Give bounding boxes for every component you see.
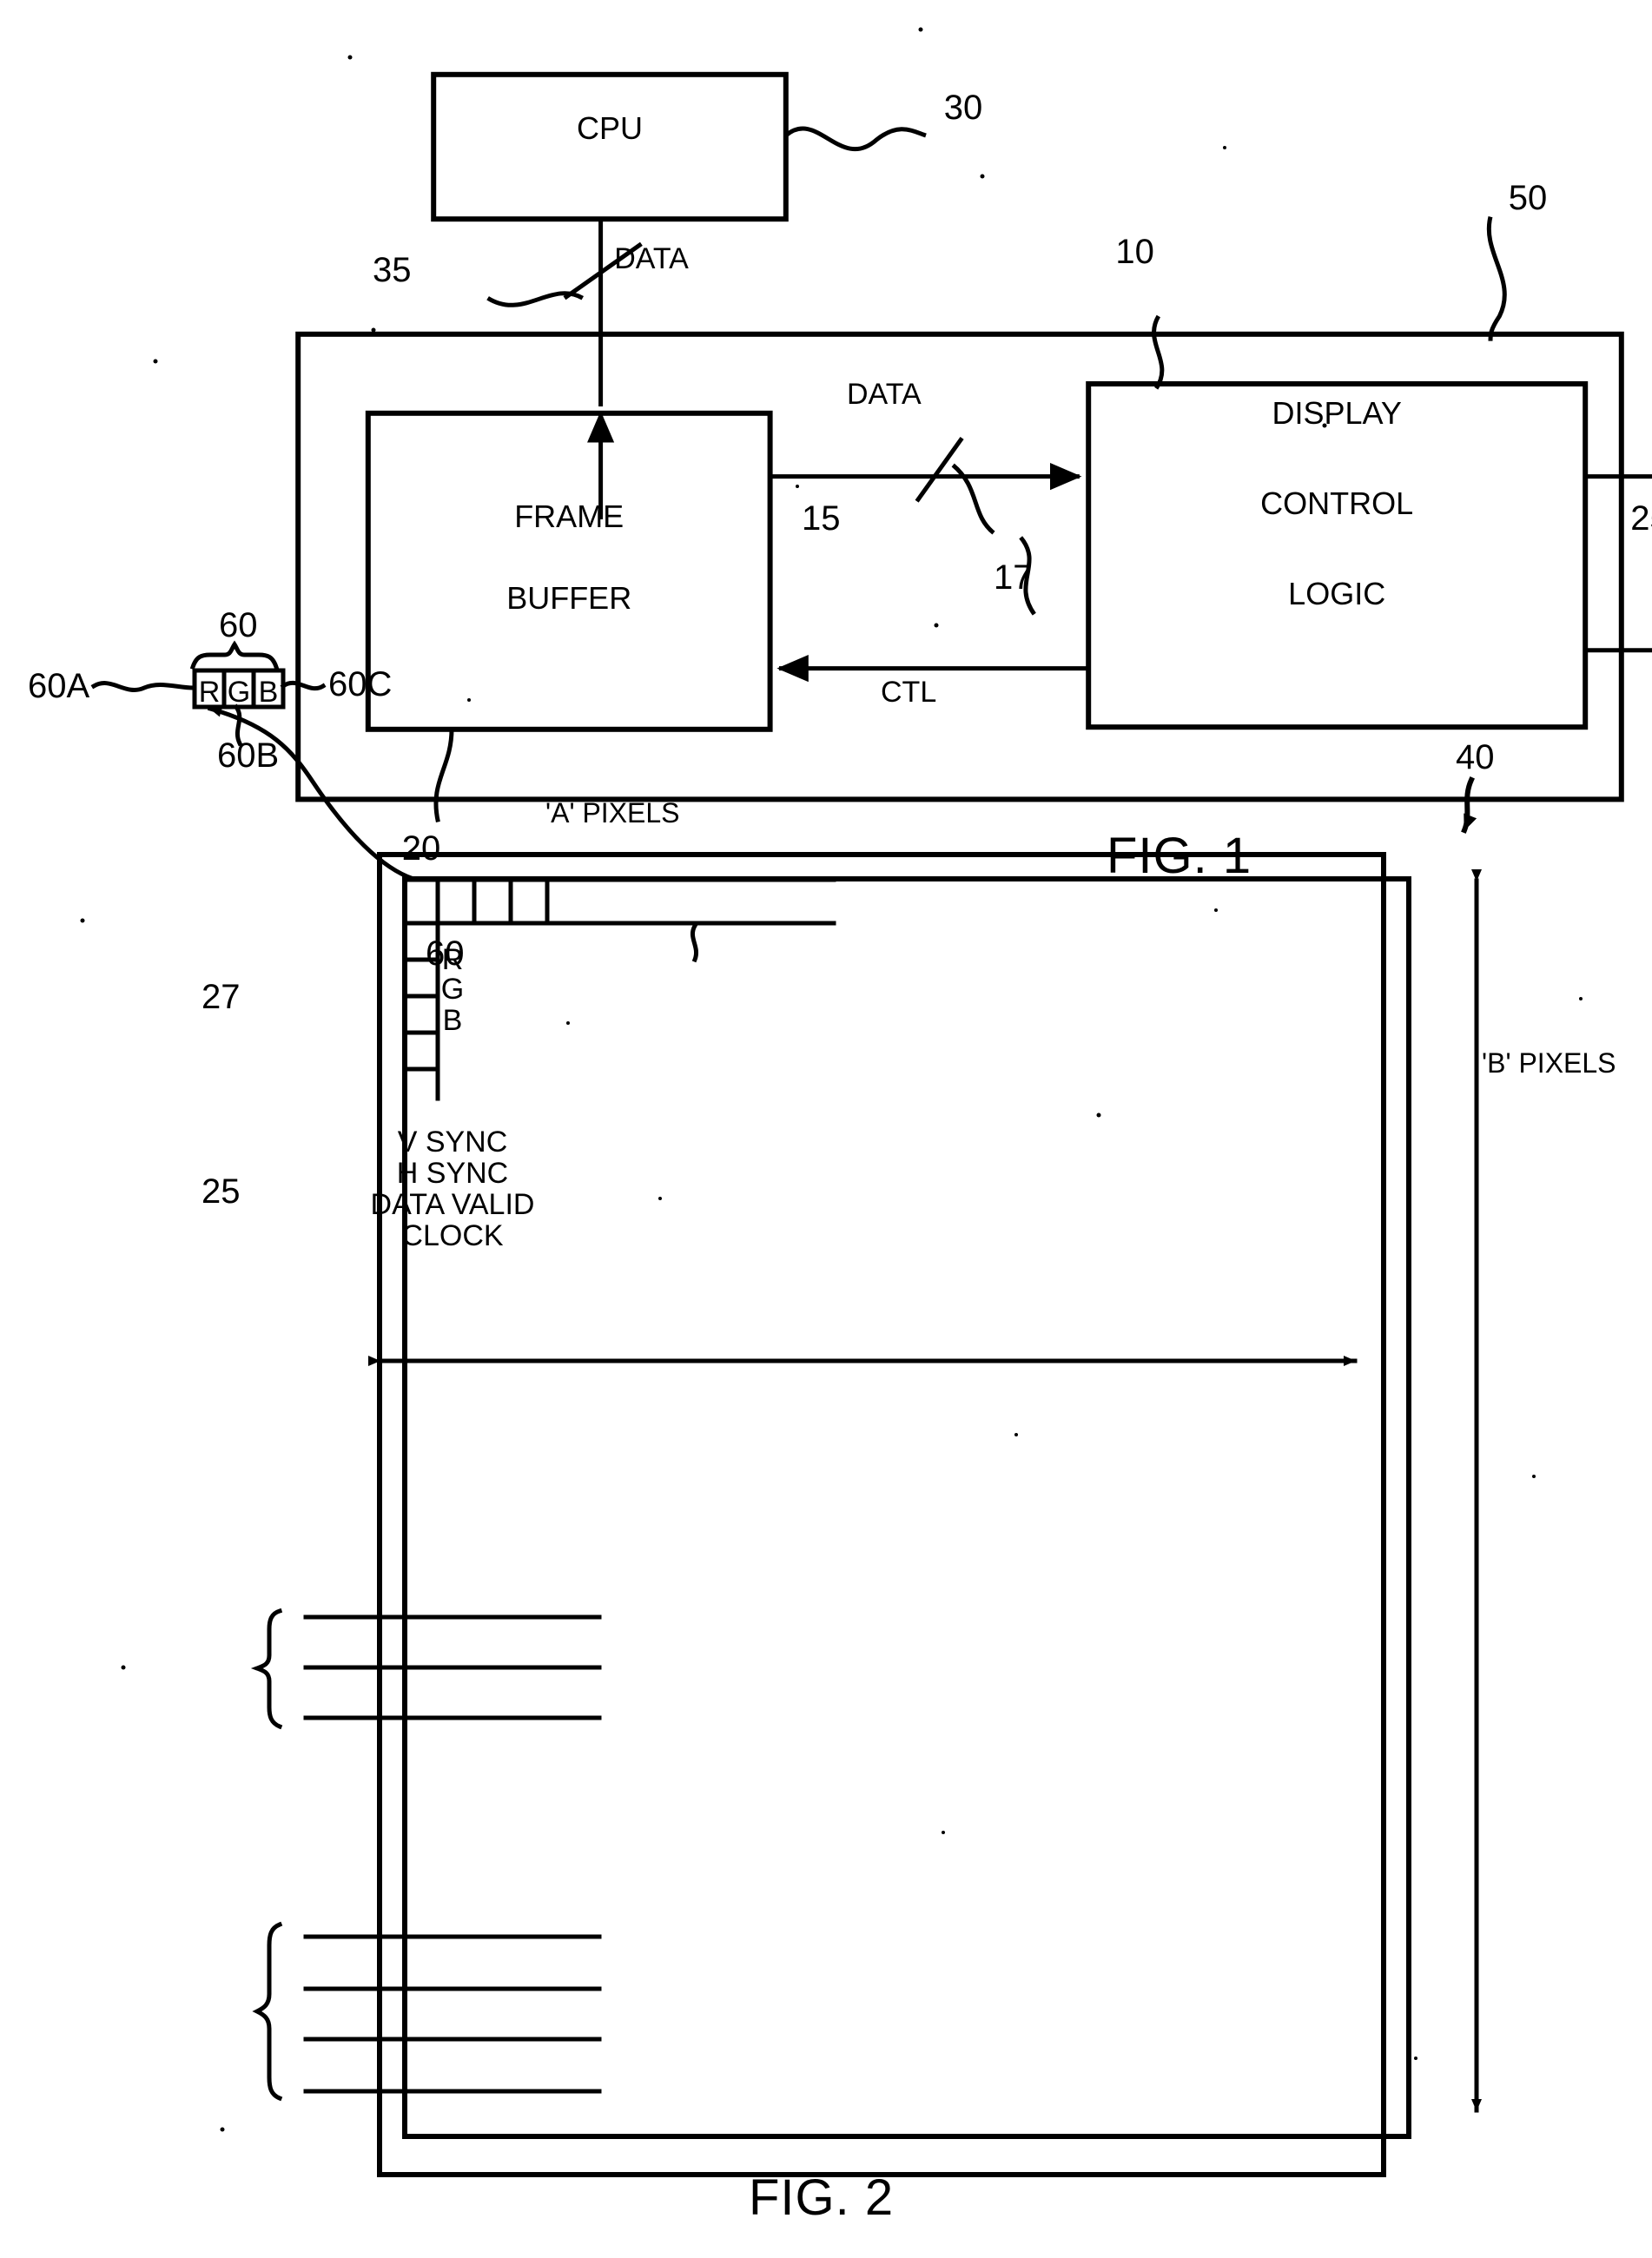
panel-inner (402, 876, 1411, 2139)
busline-label-vsync: V SYNC (397, 1126, 508, 1159)
label-ctl: CTL (881, 676, 937, 709)
subpixel-b-letter: B (258, 676, 279, 709)
lead-10 (1152, 314, 1165, 390)
dcl-label-line2: CONTROL (1260, 485, 1414, 521)
drawing-vectors (80, 27, 1652, 2177)
lead-60-grid (690, 922, 698, 963)
ref-60-pixel: 60 (219, 606, 258, 644)
label-data-cpu: DATA (614, 241, 689, 275)
cpu-label: CPU (576, 110, 643, 146)
busline-label-b: B (442, 1004, 463, 1037)
busline-label-datavalid: DATA VALID (370, 1188, 535, 1221)
panel-outer (377, 852, 1386, 2177)
ref-60C: 60C (328, 665, 393, 703)
lead-60C (280, 680, 327, 691)
frame-buffer-box (365, 410, 773, 732)
brace-25 (252, 1921, 283, 2102)
figure2-title: FIG. 2 (749, 2169, 895, 2226)
frame-buffer-label-line2: BUFFER (506, 579, 632, 616)
lead-50 (1486, 215, 1507, 341)
ref-27-fig2: 27 (202, 978, 241, 1016)
label-data-fb: DATA (847, 377, 922, 411)
frame-buffer-label-line1: FRAME (514, 498, 624, 535)
subpixel-r-letter: R (198, 676, 221, 709)
patent-drawing-sheet: CPU 30 5 DATA 35 10 50 40 FRAME BUFFER D… (0, 0, 1652, 2258)
ref-60B: 60B (217, 736, 280, 775)
figure1-vector-group (295, 71, 1652, 822)
dcl-box (1086, 380, 1589, 730)
lead-30 (784, 126, 927, 152)
cpu-box (431, 71, 789, 222)
ref-15: 15 (802, 499, 841, 538)
subpixel-g-letter: G (227, 676, 251, 709)
scan-speckles (80, 27, 1583, 2132)
label-a-pixels: 'A' PIXELS (545, 797, 680, 829)
lead-60A (90, 681, 195, 692)
dcl-label-line1: DISPLAY (1272, 394, 1402, 431)
ref-20: 20 (401, 829, 441, 868)
figure1-title: FIG. 1 (1107, 827, 1252, 884)
lead-35 (486, 291, 585, 307)
ref-17: 17 (994, 558, 1033, 597)
busline-label-hsync: H SYNC (396, 1157, 509, 1190)
ref-30: 30 (943, 89, 983, 127)
lead-20 (433, 729, 454, 822)
ref-60A: 60A (28, 667, 90, 705)
label-b-pixels: 'B' PIXELS (1482, 1047, 1616, 1079)
ref-10: 10 (1115, 233, 1154, 272)
ref-40-fig2: 40 (1456, 738, 1495, 776)
ref-25-fig1: 25 (1630, 499, 1652, 538)
brace-60 (189, 640, 280, 670)
ref-25-fig2: 25 (202, 1172, 241, 1211)
dcl-label-line3: LOGIC (1288, 575, 1386, 611)
brace-27 (250, 1608, 283, 1730)
ref-50: 50 (1508, 179, 1548, 217)
ref-35: 35 (373, 251, 412, 290)
arrow-ref40-fig2 (1461, 776, 1477, 834)
busline-label-g: G (440, 973, 465, 1006)
busline-label-clock: CLOCK (401, 1219, 504, 1252)
busline-label-r: R (441, 943, 464, 976)
